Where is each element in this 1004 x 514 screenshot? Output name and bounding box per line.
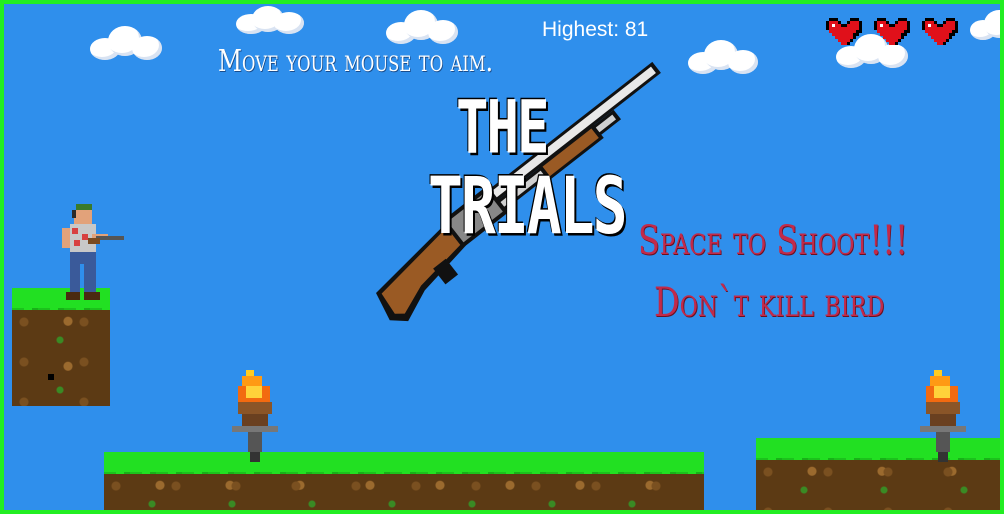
game-canvas[interactable]: Highest: 81 Move your mouse to aim. THE … [0,0,1004,514]
floating-platform [12,288,110,406]
ground-platform [756,438,1000,510]
heart-icon [922,18,958,48]
cloud [236,6,306,34]
cloud [386,10,458,44]
ground-platform [104,452,704,510]
game-title-line1: THE [456,84,550,171]
lives-display [826,18,958,48]
torch-icon [920,370,966,462]
cloud [970,10,1000,40]
torch-icon [232,370,278,462]
bird-warning: Don`t kill bird [654,280,885,326]
heart-icon [874,18,910,48]
shoot-instruction: Space to Shoot!!! [638,218,908,264]
cloud [90,26,162,60]
game-title-line2: TRIALS [428,160,628,252]
heart-icon [826,18,862,48]
highest-score: Highest: 81 [542,18,649,41]
player-sprite [62,204,124,300]
